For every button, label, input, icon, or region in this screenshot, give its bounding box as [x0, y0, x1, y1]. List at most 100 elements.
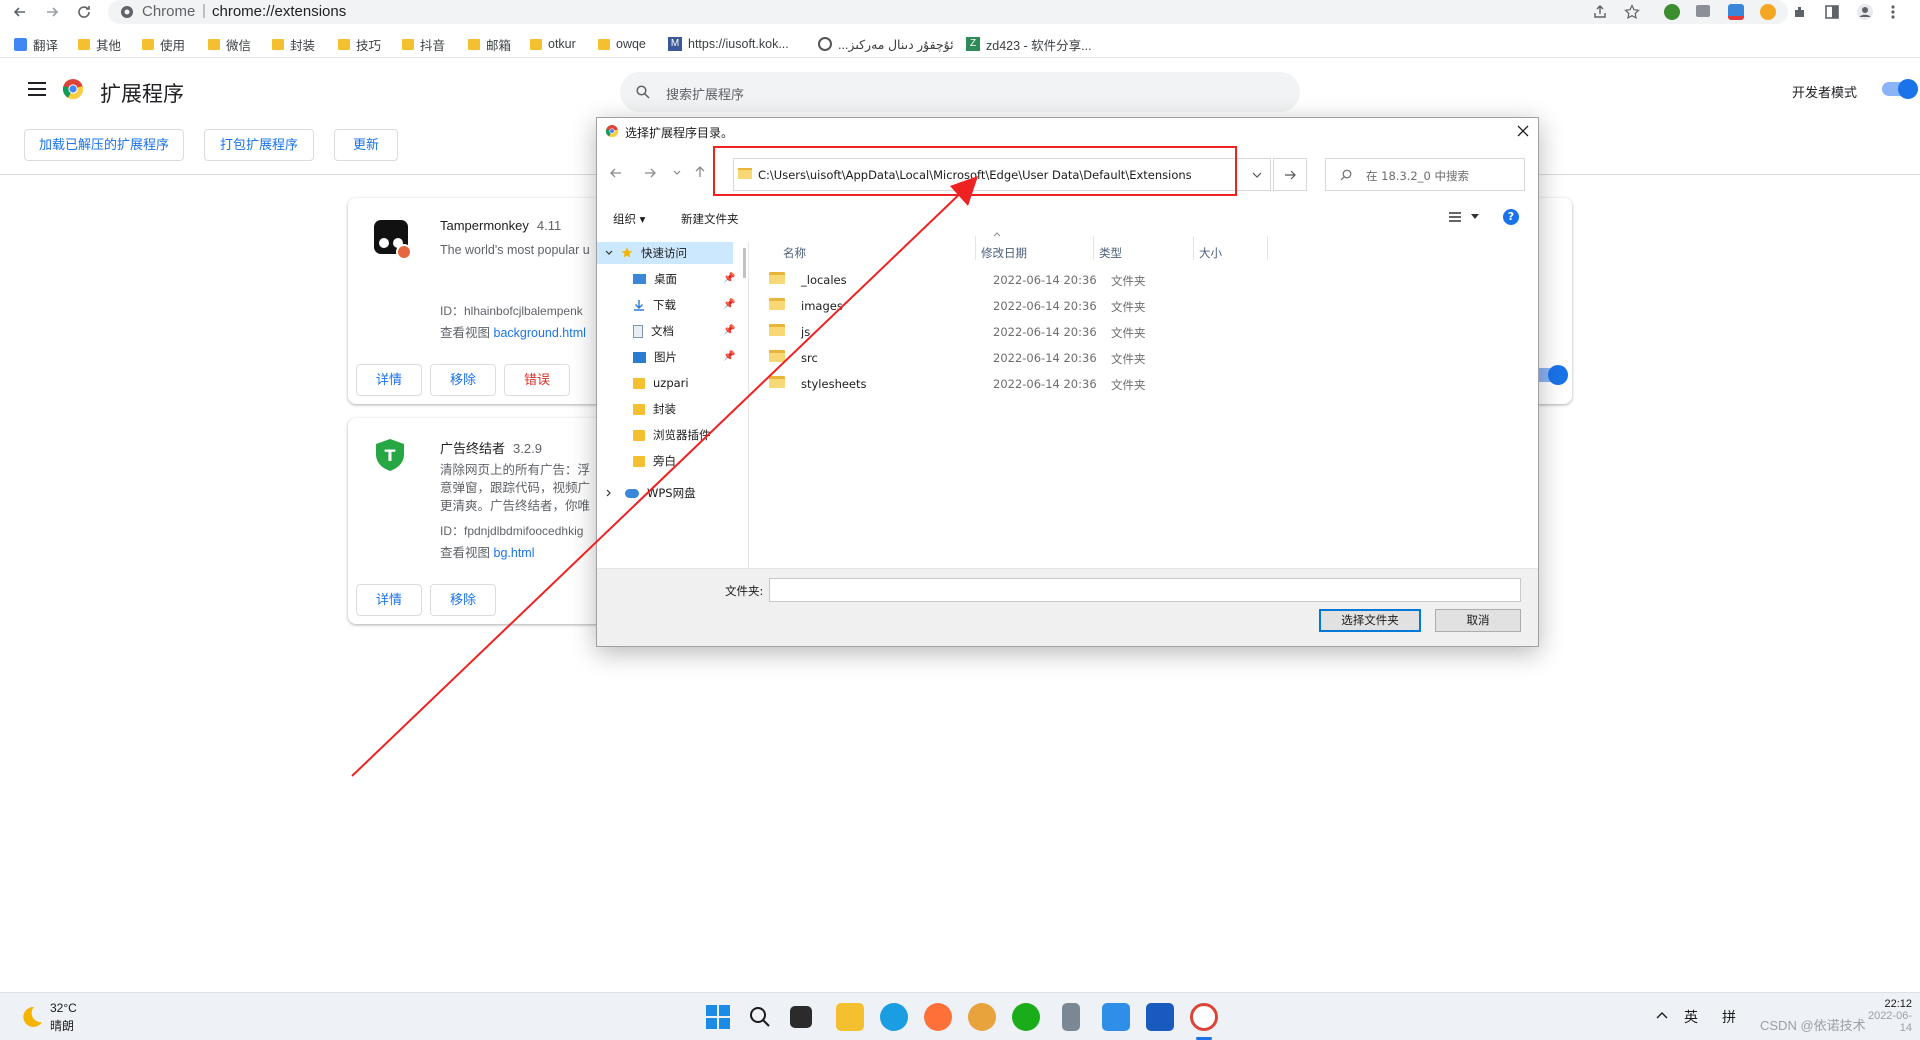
- pack-extension-button[interactable]: 打包扩展程序: [204, 129, 314, 161]
- address-bar[interactable]: Chrome | chrome://extensions: [108, 0, 1788, 24]
- cancel-button[interactable]: 取消: [1435, 609, 1521, 632]
- address-dropdown-icon[interactable]: [1252, 172, 1262, 179]
- chevron-down-icon[interactable]: [605, 249, 613, 257]
- bookmark-item[interactable]: 使用: [142, 35, 185, 53]
- extension-b-icon[interactable]: [1696, 5, 1710, 17]
- folder-name-input[interactable]: [769, 578, 1521, 602]
- dialog-forward-icon[interactable]: [643, 166, 657, 180]
- bookmark-item[interactable]: ...ئۇچقۇر دىنال مەركىز: [818, 35, 954, 53]
- word-icon[interactable]: [1146, 1003, 1174, 1031]
- bookmark-star-icon[interactable]: [1624, 4, 1640, 20]
- extensions-puzzle-icon[interactable]: [1792, 4, 1808, 20]
- new-folder-button[interactable]: 新建文件夹: [681, 211, 739, 227]
- browser-toolbar: Chrome | chrome://extensions: [0, 0, 1920, 26]
- nav-scrollbar[interactable]: [743, 248, 746, 278]
- details-button[interactable]: 详情: [356, 364, 422, 396]
- bookmark-item[interactable]: 邮箱: [468, 35, 511, 53]
- folder-icon: [402, 38, 414, 50]
- nav-desktop[interactable]: 桌面: [633, 268, 677, 290]
- notepad-icon[interactable]: [1102, 1003, 1130, 1031]
- remove-button[interactable]: 移除: [430, 364, 496, 396]
- file-row[interactable]: js 2022-06-14 20:36 文件夹: [769, 320, 1529, 344]
- ime-language[interactable]: 英: [1684, 1007, 1698, 1027]
- file-row[interactable]: _locales 2022-06-14 20:36 文件夹: [769, 268, 1529, 292]
- reload-icon[interactable]: [76, 4, 92, 20]
- hamburger-menu-icon[interactable]: [28, 82, 46, 96]
- column-date[interactable]: 修改日期: [981, 245, 1027, 261]
- task-view-icon[interactable]: [790, 1006, 812, 1028]
- nav-downloads[interactable]: 下载: [633, 294, 676, 316]
- extension-d-icon[interactable]: [1760, 4, 1776, 20]
- profile-avatar-icon[interactable]: [1856, 3, 1874, 21]
- edge-icon[interactable]: [880, 1003, 908, 1031]
- nav-pictures[interactable]: 图片: [633, 346, 677, 368]
- developer-mode-toggle[interactable]: [1882, 79, 1918, 99]
- details-button[interactable]: 详情: [356, 584, 422, 616]
- chevron-right-icon[interactable]: [605, 489, 613, 497]
- forward-arrow-icon[interactable]: [44, 4, 60, 20]
- wechat-icon[interactable]: [1012, 1003, 1040, 1031]
- go-button[interactable]: [1273, 158, 1307, 191]
- nav-quick-access[interactable]: 快速访问: [597, 242, 733, 264]
- errors-button[interactable]: 错误: [504, 364, 570, 396]
- nav-folder-uzpari[interactable]: uzpari: [633, 372, 689, 394]
- ime-mode[interactable]: 拼: [1722, 1007, 1736, 1027]
- menu-kebab-icon[interactable]: [1890, 4, 1896, 20]
- back-arrow-icon[interactable]: [12, 4, 28, 20]
- bookmark-item[interactable]: 封装: [272, 35, 315, 53]
- taskbar-search-icon[interactable]: [748, 1005, 772, 1029]
- weather-moon-icon[interactable]: [18, 1005, 44, 1029]
- view-dropdown-icon[interactable]: [1471, 214, 1479, 219]
- folder-icon: [338, 38, 350, 50]
- dialog-search-input[interactable]: 在 18.3.2_0 中搜索: [1325, 158, 1525, 191]
- update-button[interactable]: 更新: [334, 129, 398, 161]
- system-clock[interactable]: 22:12 2022-06-14: [1856, 998, 1912, 1034]
- nav-wps-cloud[interactable]: WPS网盘: [605, 482, 696, 504]
- bookmark-item[interactable]: 技巧: [338, 35, 381, 53]
- column-type[interactable]: 类型: [1099, 245, 1122, 261]
- up-folder-icon[interactable]: [693, 165, 707, 179]
- dialog-back-icon[interactable]: [609, 166, 623, 180]
- bookmark-item[interactable]: Z zd423 - 软件分享...: [966, 35, 1092, 53]
- inspect-view-link[interactable]: background.html: [494, 326, 586, 340]
- select-folder-button[interactable]: 选择文件夹: [1319, 609, 1421, 632]
- file-row[interactable]: images 2022-06-14 20:36 文件夹: [769, 294, 1529, 318]
- inspect-view-link[interactable]: bg.html: [494, 546, 535, 560]
- side-panel-icon[interactable]: [1824, 4, 1840, 20]
- bookmark-item[interactable]: owqe: [598, 35, 646, 53]
- file-row[interactable]: stylesheets 2022-06-14 20:36 文件夹: [769, 372, 1529, 396]
- share-icon[interactable]: [1592, 4, 1608, 20]
- help-icon[interactable]: ?: [1503, 209, 1519, 225]
- file-explorer-icon[interactable]: [836, 1003, 864, 1031]
- view-options-icon[interactable]: [1449, 212, 1463, 222]
- bookmark-item[interactable]: 抖音: [402, 35, 445, 53]
- star-icon: [621, 247, 633, 258]
- search-app-icon[interactable]: [968, 1003, 996, 1031]
- nav-documents[interactable]: 文档: [633, 320, 674, 342]
- file-row[interactable]: src 2022-06-14 20:36 文件夹: [769, 346, 1529, 370]
- recent-locations-icon[interactable]: [673, 170, 681, 176]
- bookmark-item[interactable]: otkur: [530, 35, 576, 53]
- column-size[interactable]: 大小: [1199, 245, 1222, 261]
- firefox-icon[interactable]: [924, 1003, 952, 1031]
- windows-start-icon[interactable]: [704, 1003, 732, 1031]
- bookmark-item[interactable]: 翻译: [14, 35, 58, 53]
- tray-chevron-up-icon[interactable]: [1656, 1011, 1668, 1019]
- load-unpacked-button[interactable]: 加载已解压的扩展程序: [24, 129, 184, 161]
- column-name[interactable]: 名称: [783, 245, 806, 261]
- bookmark-item[interactable]: M https://iusoft.kok...: [668, 35, 789, 53]
- pin-icon: 📌: [723, 325, 736, 336]
- nav-folder-fengzhuang[interactable]: 封装: [633, 398, 676, 420]
- bookmark-item[interactable]: 其他: [78, 35, 121, 53]
- app-icon[interactable]: [1062, 1003, 1080, 1031]
- organize-menu[interactable]: 组织 ▾: [613, 211, 645, 227]
- extension-a-icon[interactable]: [1664, 4, 1680, 20]
- chrome-taskbar-icon[interactable]: [1190, 1003, 1218, 1031]
- extension-search-input[interactable]: 搜索扩展程序: [620, 72, 1300, 112]
- nav-folder-browser-plugins[interactable]: 浏览器插件: [633, 424, 711, 446]
- remove-button[interactable]: 移除: [430, 584, 496, 616]
- close-icon[interactable]: [1517, 125, 1529, 137]
- nav-folder-pangbai[interactable]: 旁白: [633, 450, 676, 472]
- bookmark-item[interactable]: 微信: [208, 35, 251, 53]
- extension-c-icon[interactable]: [1728, 4, 1744, 20]
